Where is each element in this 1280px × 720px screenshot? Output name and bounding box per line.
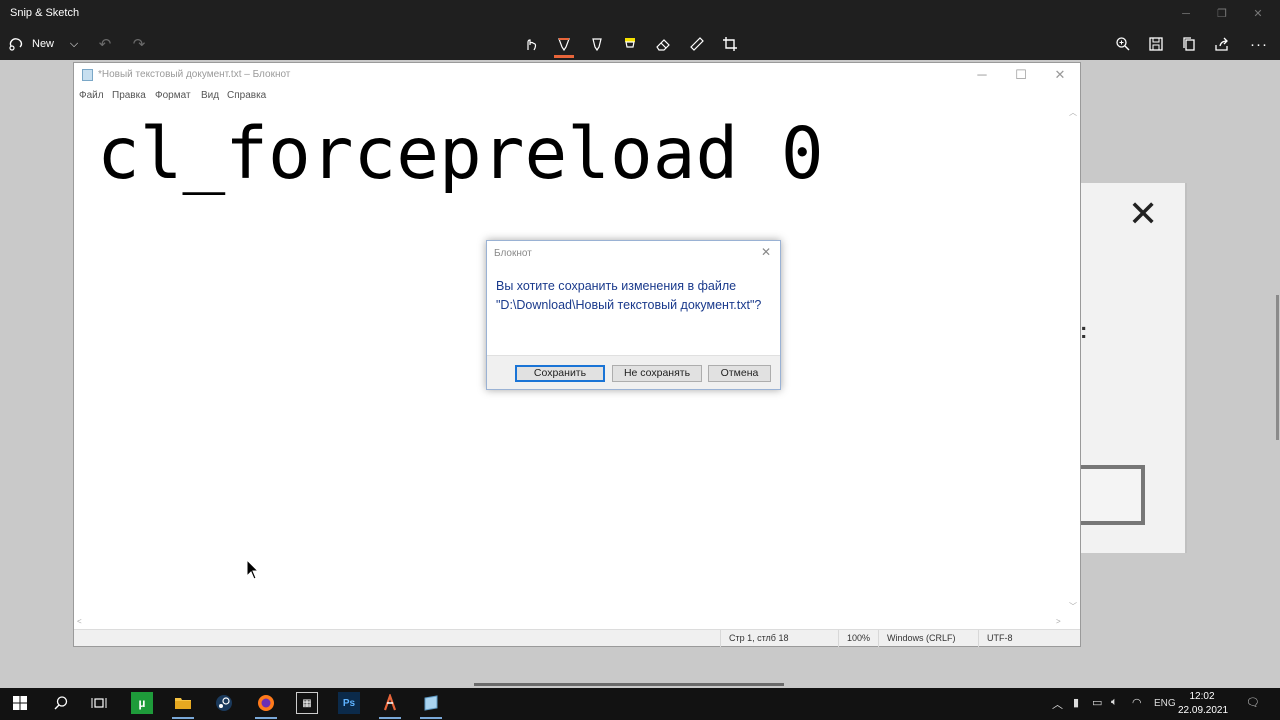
- dialog-close-icon[interactable]: ✕: [761, 245, 771, 259]
- tray-overflow-chevron-icon[interactable]: ︿: [1052, 696, 1063, 712]
- scroll-down-icon[interactable]: ﹀: [1069, 601, 1077, 612]
- eraser-icon[interactable]: [652, 32, 674, 56]
- notepad-minimize-button[interactable]: ─: [962, 66, 1002, 86]
- firefox-active-indicator: [255, 717, 277, 719]
- minimize-button[interactable]: ─: [1168, 0, 1204, 28]
- cancel-button[interactable]: Отмена: [708, 365, 771, 382]
- save-dialog: Блокнот ✕ Вы хотите сохранить изменения …: [486, 240, 781, 390]
- notepad-titlebar: *Новый текстовый документ.txt – Блокнот …: [74, 63, 1080, 86]
- firefox-icon[interactable]: [255, 692, 277, 714]
- dialog-footer: Сохранить Не сохранять Отмена: [487, 355, 780, 389]
- save-icon[interactable]: [1145, 32, 1167, 56]
- pencil-icon[interactable]: [586, 32, 608, 56]
- highlighter-icon[interactable]: [619, 32, 641, 56]
- active-tool-indicator: [554, 55, 574, 58]
- video-editor-icon[interactable]: ▦: [296, 692, 318, 714]
- copy-icon[interactable]: [1178, 32, 1200, 56]
- explorer-active-indicator: [172, 717, 194, 719]
- status-encoding: UTF-8: [978, 630, 1078, 647]
- background-colon-glyph: :: [1080, 318, 1088, 343]
- ballpoint-pen-icon[interactable]: [553, 32, 575, 56]
- ruler-icon[interactable]: [686, 32, 708, 56]
- maximize-button[interactable]: ❐: [1204, 0, 1240, 28]
- crop-icon[interactable]: [719, 32, 741, 56]
- scroll-left-icon[interactable]: <: [77, 617, 82, 626]
- status-line-endings: Windows (CRLF): [878, 630, 978, 647]
- app-toolbar: New ⌵ ↶ ↷ ···: [0, 28, 1280, 60]
- close-button[interactable]: ✕: [1240, 0, 1276, 28]
- app-titlebar: Snip & Sketch ─ ❐ ✕: [0, 0, 1280, 28]
- steam-icon[interactable]: [213, 692, 235, 714]
- notepad-menubar: Файл Правка Формат Вид Справка: [74, 88, 1080, 106]
- menu-format[interactable]: Формат: [155, 90, 191, 101]
- dialog-message: Вы хотите сохранить изменения в файле "D…: [496, 279, 762, 312]
- dialog-title: Блокнот: [494, 248, 532, 259]
- status-zoom: 100%: [838, 630, 878, 647]
- status-position: Стр 1, стлб 18: [720, 630, 838, 647]
- microphone-icon[interactable]: ▮: [1073, 696, 1079, 709]
- new-dropdown-chevron-icon[interactable]: ⌵: [64, 32, 84, 56]
- horizontal-scrollbar[interactable]: < >: [74, 615, 1066, 629]
- background-close-icon: ✕: [1128, 193, 1159, 234]
- taskbar: µ ▦ Ps ︿ ▮ ▭ 🔈︎ ◠ ENG 12:02 22.09.2021 🗨…: [0, 683, 1280, 720]
- menu-file[interactable]: Файл: [79, 90, 104, 101]
- scroll-right-icon[interactable]: >: [1056, 617, 1061, 626]
- menu-help[interactable]: Справка: [227, 90, 266, 101]
- vertical-scrollbar[interactable]: ︿ ﹀: [1066, 105, 1080, 615]
- volume-icon[interactable]: 🔈︎: [1111, 696, 1118, 709]
- notifications-icon[interactable]: 🗨︎: [1246, 696, 1260, 709]
- touch-writing-icon[interactable]: [520, 32, 542, 56]
- new-label: New: [32, 38, 55, 50]
- network-icon[interactable]: ◠: [1132, 696, 1142, 709]
- scroll-up-icon[interactable]: ︿: [1069, 107, 1077, 118]
- notepad-taskbar-icon[interactable]: [420, 692, 442, 714]
- save-button[interactable]: Сохранить: [515, 365, 605, 382]
- taskbar-handle: [474, 683, 784, 686]
- canvas-scrollbar[interactable]: [1276, 295, 1279, 440]
- clock[interactable]: 12:02 22.09.2021: [1178, 690, 1229, 718]
- start-windows-icon[interactable]: [9, 692, 31, 714]
- redo-icon[interactable]: ↷: [128, 32, 150, 56]
- notepad-maximize-button[interactable]: ☐: [1001, 66, 1041, 86]
- notepad-active-indicator: [420, 717, 442, 719]
- snip-icon: [9, 38, 23, 51]
- notepad-title: *Новый текстовый документ.txt – Блокнот: [98, 69, 291, 80]
- snip-active-indicator: [379, 717, 401, 719]
- language-indicator[interactable]: ENG: [1154, 698, 1176, 709]
- battery-icon[interactable]: ▭: [1092, 696, 1102, 709]
- file-explorer-icon[interactable]: [172, 692, 194, 714]
- clock-time: 12:02: [1189, 691, 1215, 702]
- photoshop-icon[interactable]: Ps: [338, 692, 360, 714]
- app-title: Snip & Sketch: [10, 7, 80, 19]
- notepad-icon: [82, 69, 93, 81]
- snip-sketch-taskbar-icon[interactable]: [379, 692, 401, 714]
- utorrent-icon[interactable]: µ: [131, 692, 153, 714]
- notepad-content: cl_forcepreload 0: [97, 112, 824, 195]
- background-button-outline: [1080, 465, 1145, 525]
- share-icon[interactable]: [1211, 32, 1233, 56]
- mouse-cursor-icon: [246, 559, 260, 580]
- dont-save-button[interactable]: Не сохранять: [612, 365, 702, 382]
- notepad-statusbar: Стр 1, стлб 18 100% Windows (CRLF) UTF-8: [74, 629, 1080, 647]
- zoom-icon[interactable]: [1112, 32, 1134, 56]
- clock-date: 22.09.2021: [1178, 705, 1229, 716]
- menu-edit[interactable]: Правка: [112, 90, 146, 101]
- search-icon[interactable]: [50, 692, 72, 714]
- task-view-icon[interactable]: [88, 692, 110, 714]
- notepad-close-button[interactable]: ✕: [1040, 66, 1080, 86]
- menu-view[interactable]: Вид: [201, 90, 219, 101]
- more-options-icon[interactable]: ···: [1248, 32, 1270, 56]
- undo-icon[interactable]: ↶: [94, 32, 116, 56]
